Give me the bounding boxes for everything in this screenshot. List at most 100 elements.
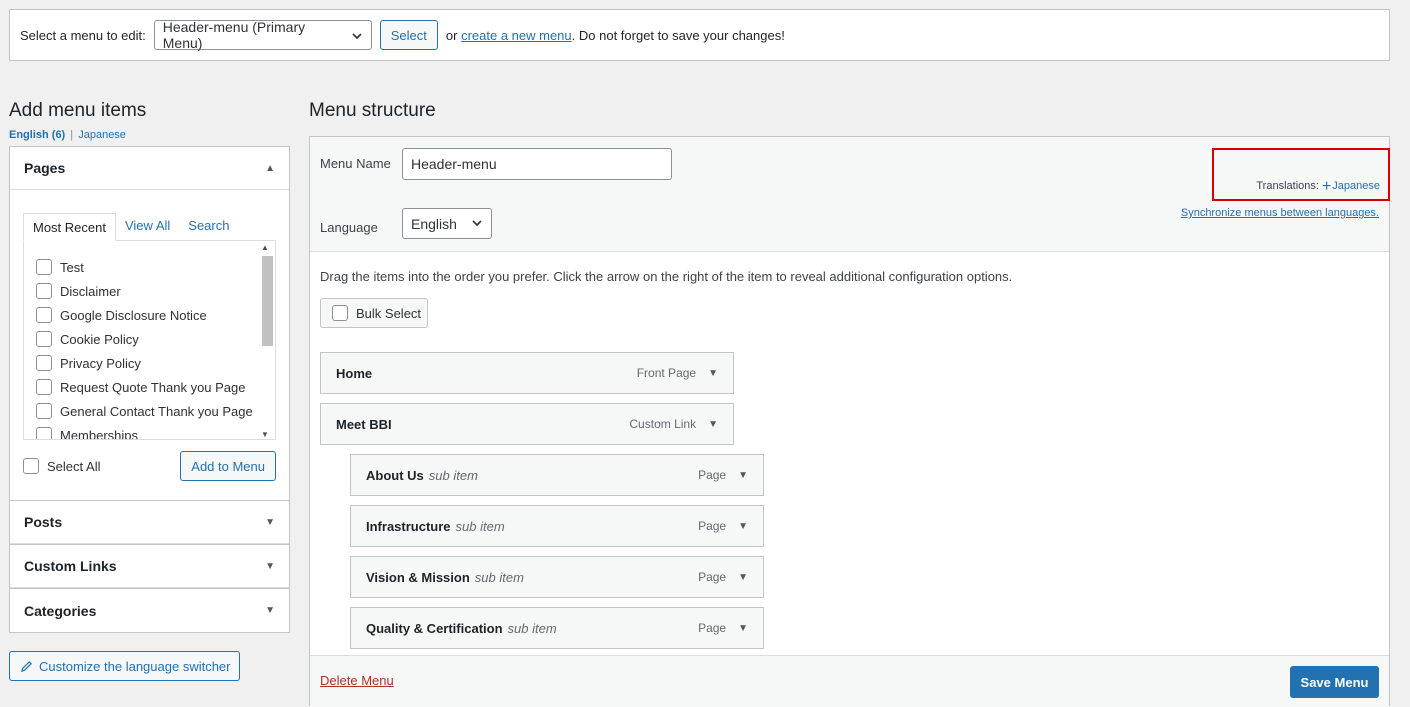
select-all-checkbox[interactable] <box>23 458 39 474</box>
create-new-menu-link[interactable]: create a new menu <box>461 28 572 43</box>
page-label: Google Disclosure Notice <box>60 307 207 323</box>
bulk-select-checkbox[interactable] <box>332 305 348 321</box>
pages-accordion-header[interactable]: Pages ▲ <box>10 147 289 190</box>
page-checkbox[interactable] <box>36 355 52 371</box>
translations-label: Translations: <box>1256 180 1319 192</box>
list-item: General Contact Thank you Page <box>36 399 275 423</box>
menu-item[interactable]: About Us sub item Page ▼ <box>350 454 764 496</box>
page-checkbox[interactable] <box>36 427 52 439</box>
list-item: Privacy Policy <box>36 351 275 375</box>
menu-item[interactable]: Home Front Page ▼ <box>320 352 734 394</box>
caret-down-icon[interactable]: ▼ <box>738 623 748 634</box>
menu-item[interactable]: Infrastructure sub item Page ▼ <box>350 505 764 547</box>
select-button[interactable]: Select <box>379 20 438 50</box>
menu-select-dropdown[interactable]: Header-menu (Primary Menu) <box>153 19 372 51</box>
menu-select-label: Select a menu to edit: <box>20 27 146 43</box>
page-checkbox[interactable] <box>36 307 52 323</box>
menu-item-title: Infrastructure sub item <box>366 518 505 534</box>
menu-item-type: Front Page <box>636 366 697 380</box>
page-checkbox[interactable] <box>36 331 52 347</box>
caret-down-icon[interactable]: ▼ <box>708 368 718 379</box>
list-item: Disclaimer <box>36 279 275 303</box>
language-link-english[interactable]: English (6) <box>9 129 65 141</box>
save-menu-button[interactable]: Save Menu <box>1290 666 1379 698</box>
page-checkbox[interactable] <box>36 403 52 419</box>
add-to-menu-button[interactable]: Add to Menu <box>180 451 276 481</box>
page-checkbox[interactable] <box>36 283 52 299</box>
select-all[interactable]: Select All <box>23 458 100 474</box>
menu-item[interactable]: Meet BBI Custom Link ▼ <box>320 403 734 445</box>
menu-item-type: Page <box>698 468 727 482</box>
categories-accordion-header[interactable]: Categories ▼ <box>10 589 289 632</box>
delete-menu-link[interactable]: Delete Menu <box>320 673 394 688</box>
menu-item-sub-label: sub item <box>428 467 478 483</box>
custom-links-accordion-title: Custom Links <box>24 558 117 574</box>
save-reminder-text: . Do not forget to save your changes! <box>571 27 785 43</box>
synchronize-menus-link[interactable]: Synchronize menus between languages. <box>1181 207 1379 219</box>
language-separator: | <box>70 129 74 141</box>
checklist-scrollbar[interactable]: ▲ ▼ <box>260 243 273 439</box>
bulk-select-button[interactable]: Bulk Select <box>320 298 428 328</box>
menu-item[interactable]: Quality & Certification sub item Page ▼ <box>350 607 764 649</box>
posts-accordion-header[interactable]: Posts ▼ <box>10 501 289 544</box>
customize-language-switcher-button[interactable]: Customize the language switcher <box>9 651 240 681</box>
custom-links-accordion-header[interactable]: Custom Links ▼ <box>10 545 289 588</box>
menu-item-title: Quality & Certification sub item <box>366 620 557 636</box>
menu-item-title: Vision & Mission sub item <box>366 569 524 585</box>
page-checkbox[interactable] <box>36 259 52 275</box>
menu-item-sub-label: sub item <box>474 569 524 585</box>
pencil-icon <box>20 660 33 673</box>
list-item: Cookie Policy <box>36 327 275 351</box>
categories-accordion-title: Categories <box>24 602 97 619</box>
menu-item-type: Page <box>698 570 727 584</box>
pages-checklist: Test Disclaimer Google Disclosure Notice… <box>24 241 275 439</box>
scroll-up-arrow-icon[interactable]: ▲ <box>261 243 269 252</box>
page-label: Privacy Policy <box>60 355 141 371</box>
list-item: Google Disclosure Notice <box>36 303 275 327</box>
or-text: or <box>445 27 458 43</box>
menu-items-area: Drag the items into the order you prefer… <box>310 252 1389 654</box>
language-select[interactable]: English <box>402 208 492 239</box>
pages-accordion-title: Pages <box>24 160 66 176</box>
page-label: Test <box>60 259 84 275</box>
page-label: Disclaimer <box>60 283 121 299</box>
menu-item-type: Custom Link <box>629 417 697 431</box>
menu-item-type: Page <box>698 519 727 533</box>
caret-down-icon[interactable]: ▼ <box>738 470 748 481</box>
caret-down-icon: ▼ <box>265 560 275 572</box>
chevron-down-icon <box>351 29 363 41</box>
caret-up-icon: ▲ <box>265 162 275 174</box>
menu-name-input[interactable]: Header-menu <box>402 148 672 180</box>
menu-item-title: About Us sub item <box>366 467 478 483</box>
page-checkbox[interactable] <box>36 379 52 395</box>
custom-links-accordion: Custom Links ▼ <box>9 545 290 589</box>
posts-accordion-title: Posts <box>24 514 63 530</box>
menu-settings-header: Menu Name Header-menu Language English T… <box>310 137 1390 252</box>
tab-search[interactable]: Search <box>179 212 238 240</box>
menu-item-type: Page <box>698 621 727 635</box>
language-label: Language <box>320 220 378 235</box>
language-filter: English (6) | Japanese <box>9 129 290 147</box>
chevron-down-icon <box>471 216 483 232</box>
tab-most-recent[interactable]: Most Recent <box>23 213 116 241</box>
add-menu-items-title: Add menu items <box>9 100 147 121</box>
plus-icon[interactable]: + <box>1322 178 1331 194</box>
page-label: Cookie Policy <box>60 331 139 347</box>
tab-view-all[interactable]: View All <box>116 212 179 240</box>
customize-language-switcher-label: Customize the language switcher <box>39 658 231 674</box>
language-link-japanese[interactable]: Japanese <box>78 129 126 141</box>
list-item: Memberships <box>36 423 275 439</box>
caret-down-icon[interactable]: ▼ <box>738 521 748 532</box>
scrollbar-thumb[interactable] <box>262 256 273 346</box>
menu-structure-panel: Menu Name Header-menu Language English T… <box>309 136 1390 707</box>
pages-checklist-panel: Test Disclaimer Google Disclosure Notice… <box>23 240 276 440</box>
scroll-down-arrow-icon[interactable]: ▼ <box>261 430 269 439</box>
menu-item[interactable]: Vision & Mission sub item Page ▼ <box>350 556 764 598</box>
menu-structure-title: Menu structure <box>309 100 436 121</box>
caret-down-icon[interactable]: ▼ <box>708 419 718 430</box>
list-item: Request Quote Thank you Page <box>36 375 275 399</box>
create-menu-text: or create a new menu. Do not forget to s… <box>446 28 785 43</box>
page-label: General Contact Thank you Page <box>60 403 253 419</box>
translation-link-japanese[interactable]: Japanese <box>1332 180 1380 192</box>
caret-down-icon[interactable]: ▼ <box>738 572 748 583</box>
